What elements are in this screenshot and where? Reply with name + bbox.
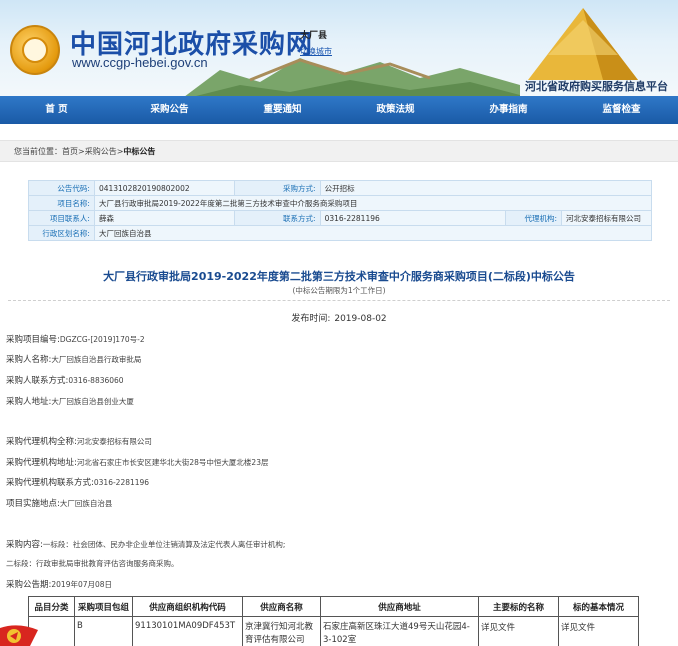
nav-important-notices[interactable]: 重要通知 xyxy=(226,96,339,124)
detail-line: 项目实施地点:大厂回族自治县 xyxy=(6,497,112,509)
publish-time-label: 发布时间: xyxy=(291,314,331,324)
table-header: 品目分类 xyxy=(28,596,75,617)
detail-value: 大厂回族自治县行政审批局 xyxy=(51,355,142,364)
detail-label: 采购代理机构全称: xyxy=(6,437,77,447)
government-emblem-logo xyxy=(10,25,60,75)
current-region: 大厂县 xyxy=(300,31,328,41)
breadcrumb-prefix: 您当前位置： xyxy=(14,147,62,156)
project-label: 项目名称: xyxy=(28,195,95,211)
detail-line: 采购人地址:大厂回族自治县创业大厦 xyxy=(6,395,134,407)
detail-value: 0316-2281196 xyxy=(93,478,150,487)
switch-city-link[interactable]: 切换城市 xyxy=(300,46,332,57)
detail-label: 采购公告期: xyxy=(6,580,52,590)
detail-label: 采购项目编号: xyxy=(6,335,60,345)
breadcrumb-section[interactable]: 采购公告 xyxy=(85,147,117,156)
phone-value: 0316-2281196 xyxy=(319,210,507,226)
nav-guide[interactable]: 办事指南 xyxy=(452,96,565,124)
breadcrumb-current: 中标公告 xyxy=(123,147,156,156)
detail-line: 采购代理机构地址:河北省石家庄市长安区建华北大街28号中恒大厦北楼23层 xyxy=(6,456,268,468)
detail-line: 采购内容:一标段：社会团体、民办非企业单位注销清算及法定代表人离任审计机构; xyxy=(6,538,285,550)
code-label: 公告代码: xyxy=(28,180,95,196)
detail-line: 采购项目编号:DGZCG-[2019]170号-2 xyxy=(6,333,145,345)
detail-value: 河北省石家庄市长安区建华北大街28号中恒大厦北楼23层 xyxy=(76,458,269,467)
table-cell: 京津冀行知河北教育评估有限公司 xyxy=(242,616,321,646)
gold-pyramid-illustration xyxy=(528,8,638,80)
detail-value: 一标段：社会团体、民办非企业单位注销清算及法定代表人离任审计机构; xyxy=(42,540,286,549)
nav-policies[interactable]: 政策法规 xyxy=(339,96,452,124)
agency-label: 代理机构: xyxy=(505,210,562,226)
nav-home[interactable]: 首 页 xyxy=(0,96,113,124)
method-value: 公开招标 xyxy=(319,180,653,196)
agency-value: 河北安泰招标有限公司 xyxy=(561,210,652,226)
table-header: 标的基本情况 xyxy=(558,596,639,617)
article-subtitle: (中标公告期限为1个工作日) xyxy=(292,286,386,295)
contact-value: 薛森 xyxy=(93,210,235,226)
main-nav: 首 页 采购公告 重要通知 政策法规 办事指南 监督检查 xyxy=(0,96,678,124)
detail-value: 2019年07月08日 xyxy=(51,580,113,589)
detail-line: 二标段：行政审批局审批教育评估咨询服务商采购。 xyxy=(6,558,179,569)
detail-line: 采购代理机构联系方式:0316-2281196 xyxy=(6,476,149,488)
detail-value: 大厂回族自治县 xyxy=(59,499,113,508)
detail-value: 二标段：行政审批局审批教育评估咨询服务商采购。 xyxy=(6,559,179,568)
table-cell: 详见文件 xyxy=(478,616,559,646)
detail-line: 采购人联系方式:0316-8836060 xyxy=(6,374,124,386)
phone-label: 联系方式: xyxy=(233,210,321,226)
detail-label: 采购代理机构联系方式: xyxy=(6,478,94,488)
detail-label: 采购代理机构地址: xyxy=(6,458,77,468)
table-header-row: 品目分类 采购项目包组 供应商组织机构代码 供应商名称 供应商地址 主要标的名称… xyxy=(28,596,639,617)
table-header: 采购项目包组 xyxy=(74,596,133,617)
district-value: 大厂回族自治县 xyxy=(93,225,653,241)
notice-info-table: 公告代码: 0413102820190802002 采购方式: 公开招标 项目名… xyxy=(28,180,653,241)
table-row: B 91130101MA09DF453T 京津冀行知河北教育评估有限公司 石家庄… xyxy=(28,616,639,646)
table-header: 主要标的名称 xyxy=(478,596,559,617)
table-header: 供应商组织机构代码 xyxy=(132,596,243,617)
detail-value: 0316-8836060 xyxy=(68,376,124,385)
article-title: 大厂县行政审批局2019-2022年度第二批第三方技术审查中介服务商采购项目(二… xyxy=(103,270,575,283)
table-cell: 详见文件 xyxy=(558,616,639,646)
detail-value: 大厂回族自治县创业大厦 xyxy=(51,397,134,406)
district-label: 行政区划名称: xyxy=(28,225,95,241)
detail-label: 项目实施地点: xyxy=(6,499,60,509)
detail-line: 采购人名称:大厂回族自治县行政审批局 xyxy=(6,353,141,365)
nav-procurement-notices[interactable]: 采购公告 xyxy=(113,96,226,124)
table-header: 供应商名称 xyxy=(242,596,321,617)
site-url: www.ccgp-hebei.gov.cn xyxy=(72,55,208,70)
breadcrumb-home[interactable]: 首页 xyxy=(62,147,78,156)
detail-label: 采购人地址: xyxy=(6,397,52,407)
breadcrumb: 您当前位置：首页>采购公告>中标公告 xyxy=(0,140,678,162)
project-value: 大厂县行政审批局2019-2022年度第二批第三方技术审查中介服务商采购项目 xyxy=(93,195,653,211)
detail-line: 采购代理机构全称:河北安泰招标有限公司 xyxy=(6,435,152,447)
method-label: 采购方式: xyxy=(233,180,321,196)
site-header: 中国河北政府采购网 www.ccgp-hebei.gov.cn 大厂县 切换城市… xyxy=(0,0,678,96)
detail-value: 河北安泰招标有限公司 xyxy=(76,437,152,446)
contact-label: 项目联系人: xyxy=(28,210,95,226)
table-cell: 91130101MA09DF453T xyxy=(132,616,243,646)
publish-time-value: 2019-08-02 xyxy=(334,314,387,324)
detail-line: 采购公告期:2019年07月08日 xyxy=(6,578,112,590)
detail-value: DGZCG-[2019]170号-2 xyxy=(59,335,145,344)
detail-label: 采购人名称: xyxy=(6,355,52,365)
detail-label: 采购内容: xyxy=(6,540,43,550)
nav-supervision[interactable]: 监督检查 xyxy=(565,96,678,124)
platform-name: 河北省政府购买服务信息平台 xyxy=(525,80,668,93)
title-divider xyxy=(8,300,670,301)
publish-time: 发布时间: 2019-08-02 xyxy=(0,311,678,324)
result-table: 品目分类 采购项目包组 供应商组织机构代码 供应商名称 供应商地址 主要标的名称… xyxy=(28,596,639,646)
breadcrumb-sep: > xyxy=(78,147,85,156)
code-value: 0413102820190802002 xyxy=(93,180,235,196)
table-cell: B xyxy=(74,616,133,646)
table-header: 供应商地址 xyxy=(320,596,479,617)
party-emblem-icon xyxy=(0,625,38,646)
table-cell: 石家庄高新区珠江大道49号天山花园4-3-102室 xyxy=(320,616,479,646)
detail-label: 采购人联系方式: xyxy=(6,376,69,386)
